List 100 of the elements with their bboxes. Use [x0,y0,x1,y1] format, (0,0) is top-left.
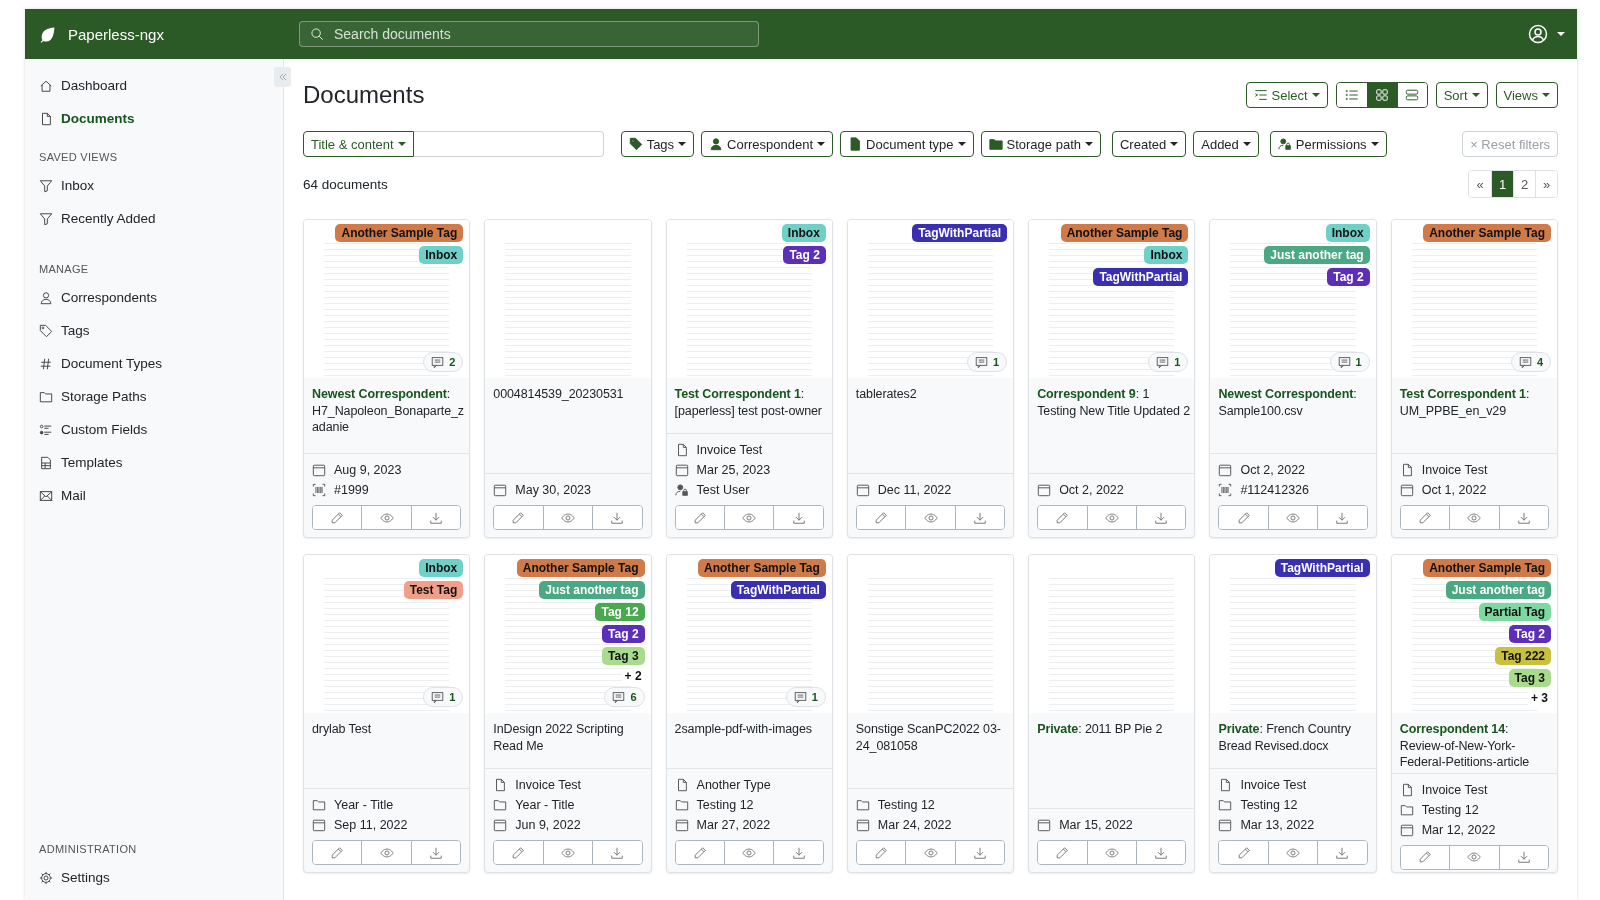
edit-button[interactable] [494,506,543,529]
filter-dropdown[interactable]: Created [1112,131,1187,157]
filter-text-input[interactable] [413,131,604,157]
tag-badge[interactable]: Another Sample Tag [1423,559,1551,577]
sidebar-item[interactable]: Mail [25,479,261,512]
document-card[interactable]: Another Sample Tag Just another tag Partial Tag Tag 2 Tag 222 Tag 3 + 3 Correspondent 14: Review-of-New-York-Federal-Petitions-article Invoice Test Testing 12 Mar 12, 2022 [1390,554,1558,873]
sidebar-item[interactable]: Tags [25,314,261,347]
preview-button[interactable] [361,841,411,864]
tag-badge[interactable]: Tag 3 [602,647,645,665]
search-field[interactable]: Search documents [299,21,759,47]
tag-badge[interactable]: Inbox [781,224,826,242]
edit-button[interactable] [1219,841,1268,864]
download-button[interactable] [592,841,642,864]
preview-button[interactable] [724,506,774,529]
filter-dropdown[interactable]: Permissions [1269,131,1387,157]
notes-count-button[interactable]: 2 [423,352,464,372]
page-link[interactable]: » [1535,171,1557,197]
sidebar-item[interactable]: Correspondents [25,281,261,314]
sidebar-item[interactable]: Documents [25,102,261,135]
preview-button[interactable] [542,506,593,529]
edit-button[interactable] [1038,506,1087,529]
edit-button[interactable] [1038,841,1087,864]
notes-count-button[interactable]: 1 [1329,352,1370,372]
notes-count-button[interactable]: 1 [423,687,464,707]
preview-button[interactable] [1449,845,1499,869]
preview-button[interactable] [724,841,774,864]
download-button[interactable] [954,506,1005,529]
download-button[interactable] [592,506,642,529]
tag-badge[interactable]: TagWithPartial [1274,559,1370,577]
tag-badge[interactable]: Inbox [419,559,464,577]
preview-button[interactable] [905,841,955,864]
edit-button[interactable] [856,506,906,529]
preview-button[interactable] [1086,506,1136,529]
download-button[interactable] [410,506,461,529]
rows-view-button[interactable] [1396,83,1427,107]
tag-badge[interactable]: Tag 2 [783,246,826,264]
document-card[interactable]: Inbox Test Tag 1 drylab Test Year - Title Sep 11, 2022 [303,554,471,873]
collapse-sidebar-button[interactable] [274,67,291,87]
edit-button[interactable] [856,841,906,864]
document-card[interactable]: Private: 2011 BP Pie 2 Mar 15, 2022 [1028,554,1196,873]
document-card[interactable]: 0004814539_20230531 May 30, 2023 [484,219,652,538]
tag-badge[interactable]: Tag 2 [1327,268,1370,286]
document-card[interactable]: Another Sample Tag Just another tag Tag 12 Tag 2 Tag 3 + 2 6 InDesign 2022 Scripting Read Me Invoice Test Year - Title Jun 9, 2022 [484,554,652,873]
download-button[interactable] [773,506,823,529]
grid-view-button[interactable] [1366,83,1397,107]
tag-badge[interactable]: Inbox [1144,246,1189,264]
page-link[interactable]: 1 [1491,171,1513,197]
tag-badge[interactable]: Another Sample Tag [1423,224,1551,242]
tag-badge[interactable]: Tag 2 [1508,625,1551,643]
tag-badge[interactable]: TagWithPartial [1093,268,1189,286]
tag-badge[interactable]: Test Tag [403,581,464,599]
edit-button[interactable] [675,506,724,529]
tag-badge[interactable]: Another Sample Tag [335,224,464,242]
edit-button[interactable] [313,506,362,529]
download-button[interactable] [773,841,823,864]
tag-badge[interactable]: Another Sample Tag [1060,224,1189,242]
preview-button[interactable] [542,841,593,864]
document-card[interactable]: TagWithPartial Private: French Country Bread Revised.docx Invoice Test Testing 12 Mar 13, 2022 [1209,554,1377,873]
edit-button[interactable] [1219,506,1268,529]
tag-badge[interactable]: TagWithPartial [730,581,826,599]
sidebar-item[interactable]: Inbox [25,169,261,202]
download-button[interactable] [1136,506,1186,529]
sidebar-item[interactable]: Storage Paths [25,380,261,413]
edit-button[interactable] [675,841,724,864]
document-card[interactable]: Another Sample Tag 4 Test Correspondent 1: UM_PPBE_en_v29 Invoice Test Oct 1, 2022 [1390,219,1558,538]
document-card[interactable]: Inbox Just another tag Tag 2 1 Newest Correspondent: Sample100.csv Oct 2, 2022 #112412326 [1209,219,1377,538]
download-button[interactable] [1498,845,1548,869]
download-button[interactable] [1317,841,1367,864]
filter-dropdown[interactable]: Document type [840,131,974,157]
sidebar-item[interactable]: Dashboard [25,69,261,102]
notes-count-button[interactable]: 1 [1148,352,1189,372]
preview-button[interactable] [1086,841,1136,864]
tag-badge[interactable]: Tag 222 [1495,647,1551,665]
sidebar-item[interactable]: Settings [25,861,261,894]
sort-button[interactable]: Sort [1435,82,1488,108]
select-button[interactable]: Select [1245,82,1328,108]
filter-dropdown[interactable]: Tags [620,131,695,157]
tag-badge[interactable]: Tag 2 [602,625,645,643]
tag-badge[interactable]: Another Sample Tag [516,559,645,577]
document-card[interactable]: Sonstige ScanPC2022 03-24_081058 Testing 12 Mar 24, 2022 [846,554,1015,873]
tag-badge[interactable]: TagWithPartial [912,224,1008,242]
document-card[interactable]: Another Sample Tag Inbox 2 Newest Correspondent: H7_Napoleon_Bonaparte_zadanie Aug 9, 2023 #1999 [303,219,471,538]
views-button[interactable]: Views [1495,82,1558,108]
edit-button[interactable] [1400,845,1450,869]
document-card[interactable]: TagWithPartial 1 tablerates2 Dec 11, 2022 [846,219,1015,538]
tag-badge[interactable]: Inbox [419,246,464,264]
text-filter-mode-dropdown[interactable]: Title & content [303,131,414,157]
notes-count-button[interactable]: 1 [967,352,1008,372]
notes-count-button[interactable]: 6 [604,687,645,707]
document-card[interactable]: Another Sample Tag Inbox TagWithPartial 1 Correspondent 9: 1 Testing New Title Updated 2 Oct 2, 2022 [1028,219,1196,538]
document-card[interactable]: Another Sample Tag TagWithPartial 1 2sample-pdf-with-images Another Type Testing 12 Mar 27, 2022 [665,554,833,873]
sidebar-item[interactable]: Custom Fields [25,413,261,446]
download-button[interactable] [1136,841,1186,864]
sidebar-item[interactable]: Recently Added [25,202,261,235]
sidebar-item[interactable]: Templates [25,446,261,479]
tag-badge[interactable]: Another Sample Tag [698,559,826,577]
notes-count-button[interactable]: 1 [785,687,826,707]
edit-button[interactable] [494,841,543,864]
sidebar-item[interactable]: Document Types [25,347,261,380]
edit-button[interactable] [1400,506,1450,529]
